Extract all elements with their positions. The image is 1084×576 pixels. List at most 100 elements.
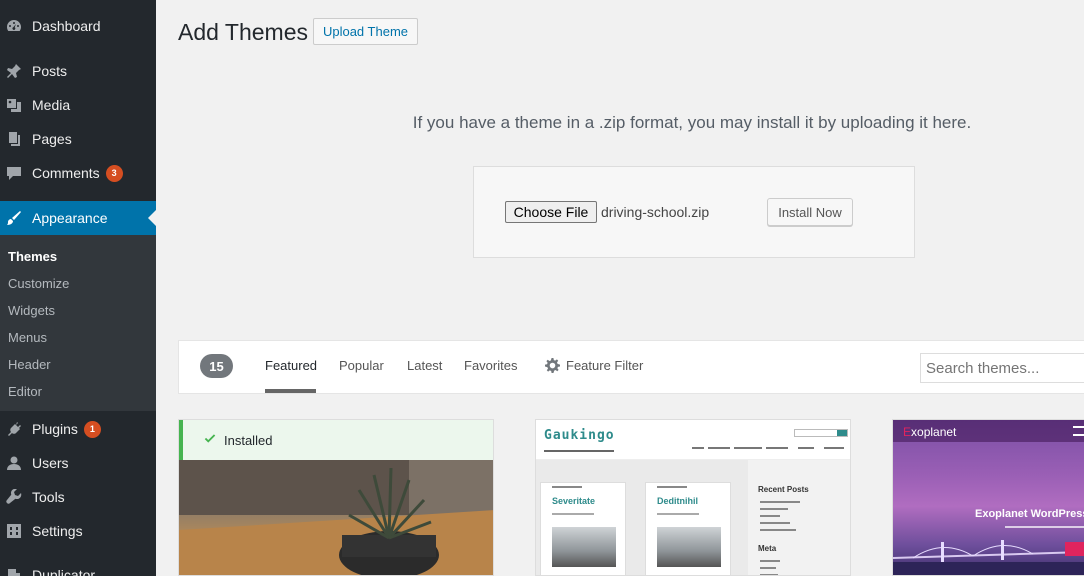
theme-screenshot: Gaukingo	[536, 420, 850, 460]
preview-widget-line	[760, 529, 796, 531]
tab-popular[interactable]: Popular	[339, 358, 384, 373]
comment-icon	[6, 165, 22, 181]
preview-widget-line	[760, 515, 780, 517]
comments-count-badge: 3	[105, 164, 123, 182]
active-indicator	[148, 210, 156, 226]
theme-screenshot	[179, 460, 493, 575]
theme-preview-logo: Exoplanet	[903, 425, 957, 439]
menu-label: Comments	[32, 165, 100, 181]
preview-post-image	[657, 527, 721, 567]
theme-preview-logo: Gaukingo	[544, 428, 615, 443]
theme-card[interactable]: Gaukingo Severitate Deditnihil Recent Po…	[535, 419, 851, 576]
menu-label: Settings	[32, 523, 83, 539]
pin-icon	[6, 63, 22, 79]
preview-nav-item	[692, 447, 704, 449]
settings-icon	[6, 523, 22, 539]
preview-post-meta	[552, 486, 582, 488]
menu-pages[interactable]: Pages	[0, 122, 156, 156]
dashboard-icon	[6, 18, 22, 34]
appearance-submenu: Themes Customize Widgets Menus Header Ed…	[0, 235, 156, 411]
preview-search-box	[794, 429, 848, 437]
menu-appearance[interactable]: Appearance	[0, 201, 156, 235]
preview-nav-item	[734, 447, 762, 449]
choose-file-button[interactable]: Choose File	[505, 201, 597, 223]
installed-label: Installed	[224, 432, 273, 448]
preview-nav-item	[824, 447, 844, 449]
menu-tools[interactable]: Tools	[0, 480, 156, 514]
page-title: Add Themes	[178, 19, 308, 45]
preview-post-card: Severitate	[540, 482, 626, 575]
menu-label: Appearance	[32, 210, 108, 226]
selected-file-name: driving-school.zip	[601, 204, 710, 220]
preview-cta-button	[1065, 542, 1084, 556]
preview-widget-line	[760, 567, 776, 569]
upload-description: If you have a theme in a .zip format, yo…	[412, 113, 972, 132]
preview-post-title: Severitate	[552, 496, 596, 506]
preview-post-image	[552, 527, 616, 567]
menu-label: Tools	[32, 489, 65, 505]
menu-comments[interactable]: Comments 3	[0, 156, 156, 190]
preview-sidebar: Recent Posts Meta	[748, 460, 850, 575]
tab-featured[interactable]: Featured	[265, 358, 317, 373]
menu-posts[interactable]: Posts	[0, 54, 156, 88]
install-now-button[interactable]: Install Now	[767, 198, 853, 226]
submenu-themes[interactable]: Themes	[8, 249, 57, 264]
submenu-widgets[interactable]: Widgets	[8, 303, 55, 318]
preview-header-bar: Exoplanet	[893, 420, 1084, 442]
preview-nav-item	[766, 447, 788, 449]
check-icon	[204, 434, 216, 443]
menu-dashboard[interactable]: Dashboard	[0, 9, 156, 43]
theme-card[interactable]: Exoplanet Exoplanet WordPress	[892, 419, 1084, 576]
theme-card[interactable]: Installed	[178, 419, 494, 576]
tab-latest[interactable]: Latest	[407, 358, 442, 373]
tab-feature-filter[interactable]: Feature Filter	[566, 358, 643, 373]
menu-label: Users	[32, 455, 69, 471]
plug-icon	[6, 421, 22, 437]
preview-widget-title: Meta	[758, 544, 777, 553]
preview-post-byline	[552, 513, 594, 515]
theme-screenshot	[893, 420, 1084, 575]
menu-plugins[interactable]: Plugins 1	[0, 412, 156, 446]
pages-icon	[6, 131, 22, 147]
preview-nav-item	[798, 447, 814, 449]
bridge-illustration	[893, 540, 1084, 575]
theme-count-badge: 15	[200, 354, 233, 378]
submenu-header[interactable]: Header	[8, 357, 51, 372]
theme-filter-bar: 15 Featured Popular Latest Favorites Fea…	[178, 340, 1084, 394]
preview-post-title: Deditnihil	[657, 496, 698, 506]
active-tab-underline	[265, 389, 316, 393]
menu-duplicator[interactable]: Duplicator	[0, 558, 156, 576]
gear-icon[interactable]	[545, 358, 560, 373]
menu-users[interactable]: Users	[0, 446, 156, 480]
theme-preview-body: Severitate Deditnihil Recent Posts Meta	[536, 460, 850, 575]
preview-widget-title: Recent Posts	[758, 485, 809, 494]
menu-label: Dashboard	[32, 18, 101, 34]
tab-favorites[interactable]: Favorites	[464, 358, 517, 373]
menu-settings[interactable]: Settings	[0, 514, 156, 548]
submenu-editor[interactable]: Editor	[8, 384, 42, 399]
menu-label: Media	[32, 97, 71, 113]
upload-form: Choose File driving-school.zip Install N…	[473, 166, 915, 258]
search-themes-input[interactable]	[920, 353, 1084, 383]
plugins-count-badge: 1	[83, 420, 101, 438]
upload-theme-button[interactable]: Upload Theme	[313, 18, 418, 45]
preview-post-byline	[657, 513, 699, 515]
user-icon	[6, 455, 22, 471]
paintbrush-icon	[6, 210, 22, 226]
preview-widget-line	[760, 508, 788, 510]
admin-sidebar: Dashboard Posts Media Pages Comments 3 A…	[0, 0, 156, 576]
preview-widget-line	[760, 560, 780, 562]
hamburger-icon	[1073, 426, 1084, 436]
preview-subtitle-line	[1005, 526, 1084, 528]
wrench-icon	[6, 489, 22, 505]
preview-post-card: Deditnihil	[645, 482, 731, 575]
submenu-menus[interactable]: Menus	[8, 330, 47, 345]
theme-preview-tagline	[544, 450, 614, 452]
submenu-customize[interactable]: Customize	[8, 276, 69, 291]
duplicator-icon	[6, 567, 22, 576]
menu-label: Plugins	[32, 421, 78, 437]
preview-widget-line	[760, 501, 800, 503]
menu-media[interactable]: Media	[0, 88, 156, 122]
preview-post-meta	[657, 486, 687, 488]
media-icon	[6, 97, 22, 113]
